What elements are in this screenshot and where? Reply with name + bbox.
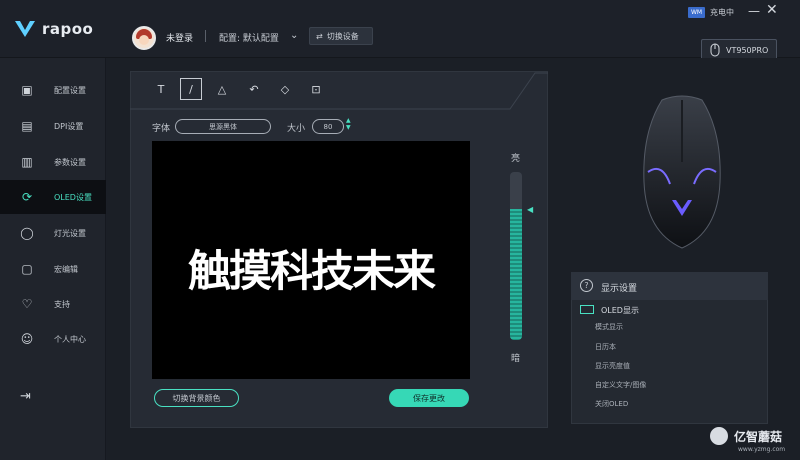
profile-settings-icon: ▣ [21, 83, 33, 97]
sidebar-item-label: 灯光设置 [54, 228, 86, 238]
brightness-slider[interactable] [510, 172, 522, 340]
display-option[interactable]: 关闭OLED [595, 399, 628, 409]
display-option[interactable]: 模式显示 [595, 322, 623, 332]
sidebar-item-label: DPI设置 [54, 121, 84, 131]
size-label: 大小 [287, 124, 306, 134]
display-option[interactable]: 自定义文字/图像 [595, 380, 646, 390]
save-button[interactable]: 保存更改 [389, 389, 469, 407]
header-divider [205, 30, 206, 42]
sidebar-item-oled[interactable]: ⟳ OLED设置 [0, 180, 106, 214]
mouse-icon [710, 43, 720, 57]
brightness-high-label: 亮 [511, 154, 521, 164]
sidebar-item-macro[interactable]: ▢ 宏编辑 [0, 252, 106, 286]
oled-display-label: OLED显示 [601, 306, 639, 315]
macro-icon: ▢ [21, 262, 33, 276]
user-icon: ☺ [20, 332, 34, 346]
brightness-fill [510, 208, 522, 340]
oled-canvas[interactable]: 触摸科技未来 [152, 141, 470, 379]
font-label: 字体 [152, 124, 171, 134]
profile-selector[interactable]: 配置: 默认配置 [219, 31, 279, 44]
close-icon[interactable]: ✕ [766, 2, 778, 18]
switch-device-label: 切换设备 [326, 31, 359, 41]
help-icon[interactable]: ? [580, 279, 593, 292]
sidebar-item-support[interactable]: ♡ 支持 [0, 287, 106, 321]
brightness-low-label: 暗 [511, 354, 521, 364]
sidebar-item-label: 参数设置 [54, 157, 86, 167]
sidebar: ▣ 配置设置 ▤ DPI设置 ▥ 参数设置 ⟳ OLED设置 ◯ 灯光设置 ▢ … [0, 58, 106, 460]
logo-text: rapoo [42, 20, 94, 38]
sidebar-item-label: 个人中心 [54, 334, 86, 344]
mouse-image [643, 95, 721, 249]
watermark-logo-icon [708, 425, 730, 447]
watermark-url: www.yzmg.com [738, 446, 786, 453]
display-option[interactable]: 显示亮度值 [595, 361, 630, 371]
brightness-pointer-icon[interactable]: ◀ [527, 205, 533, 214]
sidebar-item-light[interactable]: ◯ 灯光设置 [0, 216, 106, 250]
device-switch-icon: ⇄ [316, 31, 323, 41]
display-settings-title: 显示设置 [601, 284, 638, 294]
dpi-icon: ▤ [21, 119, 33, 133]
sidebar-item-user[interactable]: ☺ 个人中心 [0, 322, 106, 356]
switch-background-button[interactable]: 切换背景颜色 [154, 389, 239, 407]
sidebar-item-label: 配置设置 [54, 85, 86, 95]
charging-status: 充电中 [710, 8, 734, 17]
rapoo-logo-icon [15, 21, 35, 37]
collapse-sidebar-icon[interactable]: ⇥ [20, 389, 31, 404]
toolbar-divider [130, 72, 548, 110]
login-status[interactable]: 未登录 [166, 31, 193, 44]
support-icon: ♡ [21, 297, 33, 311]
minimize-icon[interactable]: — [748, 4, 760, 18]
oled-text[interactable]: 触摸科技未来 [162, 237, 460, 299]
sidebar-item-dpi[interactable]: ▤ DPI设置 [0, 109, 106, 143]
watermark: 亿智蘑菇 [708, 425, 782, 447]
display-option[interactable]: 日历本 [595, 342, 616, 352]
wm-badge: WM [688, 7, 706, 18]
avatar[interactable] [132, 26, 156, 50]
title-bar: rapoo 未登录 配置: 默认配置 ⌄ ⇄ 切换设备 WM 充电中 — ✕ V… [0, 0, 800, 61]
sidebar-item-parameters[interactable]: ▥ 参数设置 [0, 145, 106, 179]
size-input[interactable]: 80 [312, 119, 344, 134]
app-logo: rapoo [14, 20, 93, 38]
switch-device-button[interactable]: ⇄ 切换设备 [309, 27, 373, 45]
parameter-icon: ▥ [21, 155, 33, 169]
watermark-text: 亿智蘑菇 [734, 429, 783, 444]
sidebar-item-label: 支持 [54, 299, 70, 309]
oled-display-icon [580, 305, 594, 314]
chevron-down-icon[interactable]: ⌄ [290, 30, 298, 41]
font-select[interactable]: 思源黑体 [175, 119, 271, 134]
device-label: VT950PRO [726, 45, 769, 55]
oled-icon: ⟳ [21, 190, 33, 204]
sidebar-item-profile[interactable]: ▣ 配置设置 [0, 73, 106, 107]
sidebar-item-label: OLED设置 [54, 192, 92, 202]
size-stepper-icon[interactable]: ▲ ▼ [346, 117, 351, 131]
sidebar-item-label: 宏编辑 [54, 264, 78, 274]
light-icon: ◯ [20, 226, 34, 240]
